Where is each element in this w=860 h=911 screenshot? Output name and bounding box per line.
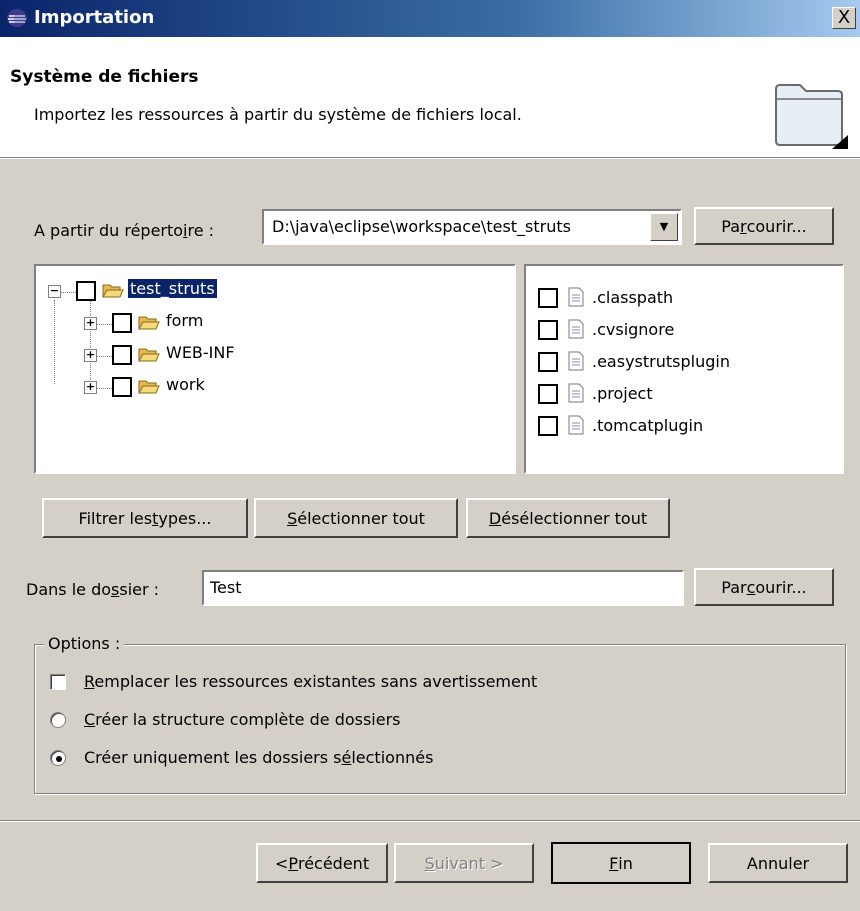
file-label[interactable]: .cvsignore [592,320,674,339]
close-icon[interactable]: X [832,7,856,29]
options-legend: Options : [44,634,125,653]
source-directory-value: D:\java\eclipse\workspace\test_struts [272,217,571,236]
wizard-banner: Système de fichiers Importez les ressour… [0,37,860,157]
eclipse-icon [6,8,28,28]
browse-destination-button[interactable]: Par c ourir... [694,568,834,606]
radio-selected-dot [56,756,62,762]
full-structure-radio[interactable] [50,712,66,728]
deselect-all-button[interactable]: Désélectionner tout [466,498,670,538]
file-icon [568,415,584,435]
file-checkbox[interactable] [538,352,558,372]
file-checkbox[interactable] [538,384,558,404]
tree-item-checkbox[interactable] [112,345,132,365]
banner-separator [0,157,860,159]
destination-folder-value: Test [210,578,242,597]
selected-folders-radio[interactable] [50,750,66,766]
page-description: Importez les ressources à partir du syst… [34,105,522,124]
select-all-button[interactable]: Sélectionner tout [254,498,458,538]
destination-folder-label: Dans le dossier : [26,580,160,599]
overwrite-label[interactable]: Remplacer les ressources existantes sans… [84,672,537,691]
file-label[interactable]: .project [592,384,653,403]
full-structure-label[interactable]: Créer la structure complète de dossiers [84,710,401,729]
back-button[interactable]: < Précédent [256,843,388,883]
tree-connector [60,292,76,293]
collapse-icon[interactable]: − [48,285,61,298]
destination-folder-input[interactable]: Test [202,570,684,606]
browse-source-button[interactable]: Pa r courir... [694,207,834,245]
tree-item-label[interactable]: work [166,375,205,394]
filter-types-button[interactable]: Filtrer les t ypes... [42,498,248,538]
finish-button[interactable]: Fin [551,842,691,884]
source-directory-label: A partir du répertoire : [34,221,215,240]
file-checkbox[interactable] [538,320,558,340]
page-title: Système de fichiers [10,67,199,87]
open-folder-icon [102,283,124,299]
title-bar: Importation X [0,0,860,37]
file-icon [568,383,584,403]
file-label[interactable]: .tomcatplugin [592,416,703,435]
tree-root-checkbox[interactable] [76,281,96,301]
tree-connector [90,300,91,384]
tree-item-checkbox[interactable] [112,313,132,333]
expand-icon[interactable]: + [84,381,97,394]
source-directory-combo[interactable]: D:\java\eclipse\workspace\test_struts ▼ [262,209,682,245]
tree-item-label[interactable]: form [166,311,203,330]
folder-tree[interactable]: − test_struts + form + WEB-INF + work [34,264,516,474]
open-folder-icon [138,379,160,395]
file-icon [568,351,584,371]
tree-item-checkbox[interactable] [112,377,132,397]
open-folder-icon [138,315,160,331]
file-icon [568,287,584,307]
footer-separator [0,820,860,822]
folder-wizard-icon [770,79,850,155]
file-label[interactable]: .easystrutsplugin [592,352,730,371]
open-folder-icon [138,347,160,363]
file-checkbox[interactable] [538,416,558,436]
file-checkbox[interactable] [538,288,558,308]
overwrite-checkbox[interactable] [50,674,66,690]
tree-root-label[interactable]: test_struts [127,278,218,299]
window-title: Importation [34,7,155,28]
file-list[interactable]: .classpath .cvsignore .easystrutsplugin … [524,264,844,474]
tree-item-label[interactable]: WEB-INF [166,343,235,362]
chevron-down-icon[interactable]: ▼ [650,213,678,241]
next-button[interactable]: Suivant > [394,843,534,883]
file-label[interactable]: .classpath [592,288,673,307]
file-icon [568,319,584,339]
expand-icon[interactable]: + [84,349,97,362]
expand-icon[interactable]: + [84,317,97,330]
tree-connector [54,300,55,384]
cancel-button[interactable]: Annuler [708,843,848,883]
selected-folders-label[interactable]: Créer uniquement les dossiers sélectionn… [84,748,433,767]
